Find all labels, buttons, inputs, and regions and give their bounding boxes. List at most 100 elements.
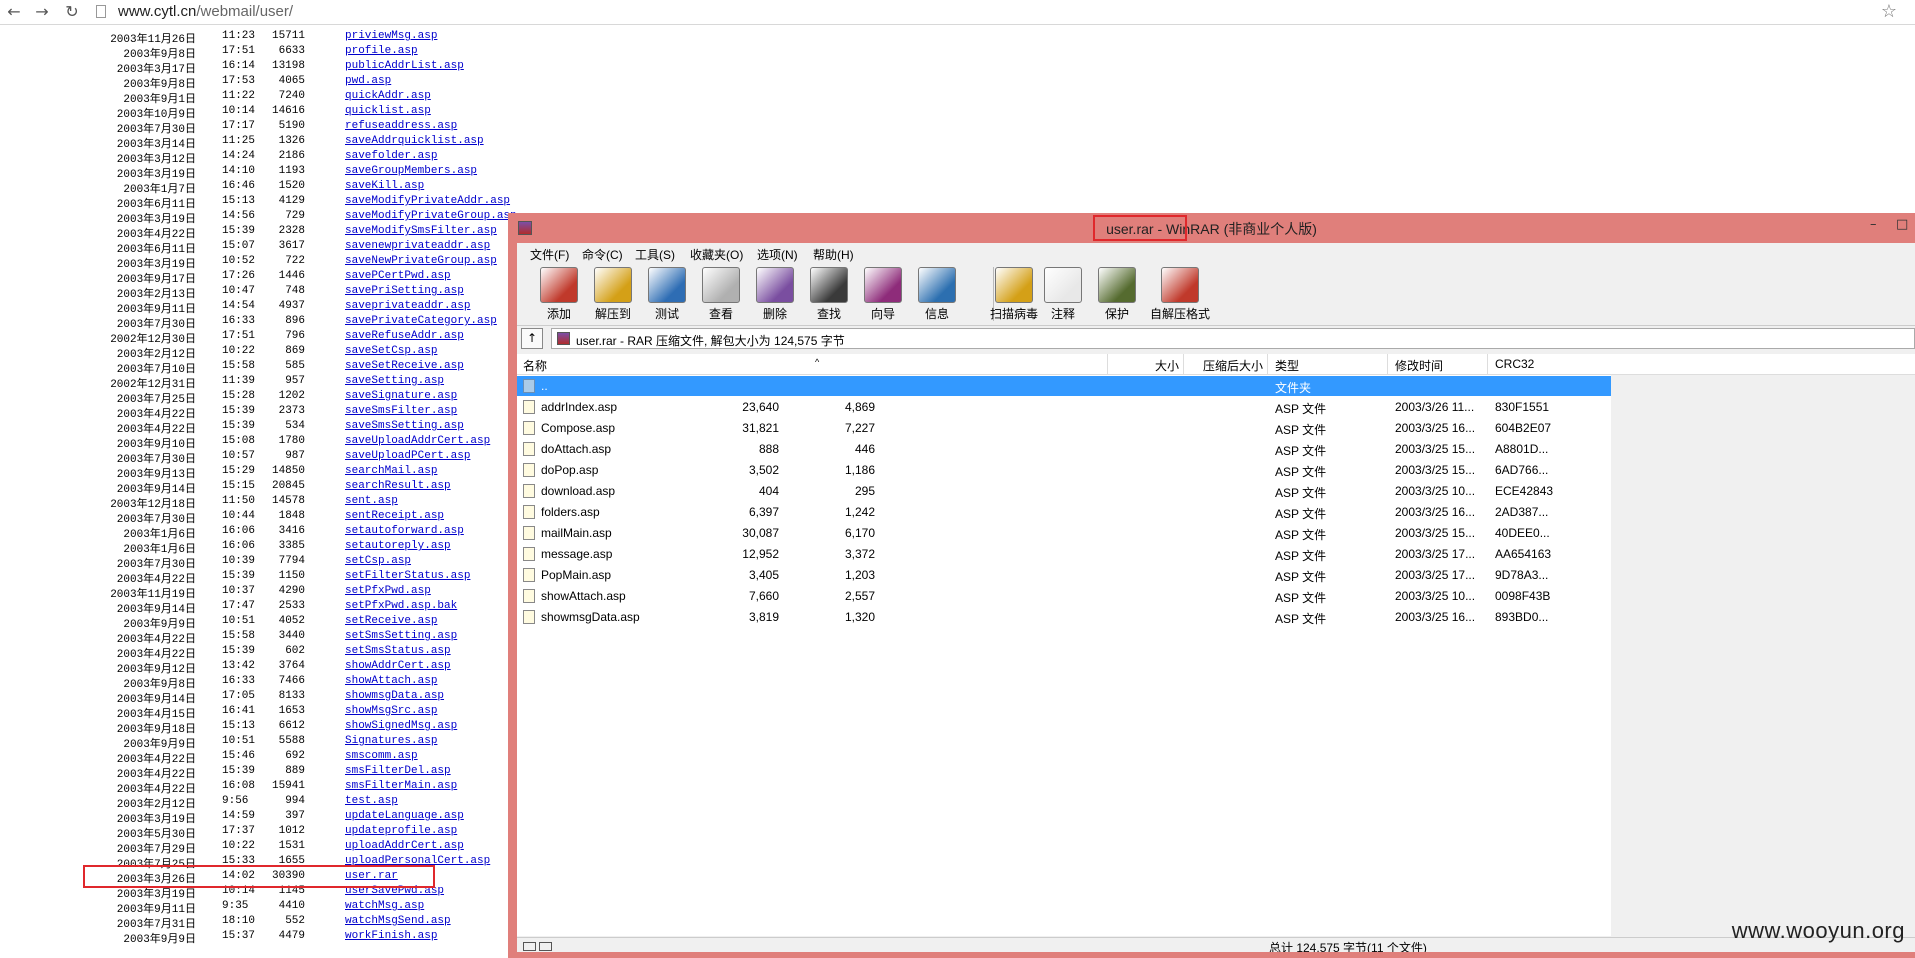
toolbar-button[interactable]: 添加	[533, 265, 585, 325]
up-folder-button[interactable]: ↑	[521, 328, 543, 349]
listing-file-link[interactable]: showMsgSrc.asp	[345, 705, 437, 717]
listing-file-link[interactable]: setPfxPwd.asp	[345, 585, 431, 597]
listing-file-link[interactable]: setCsp.asp	[345, 555, 411, 567]
file-row[interactable]: PopMain.asp 3,405 1,203 ASP 文件 2003/3/25 17.…	[517, 565, 1611, 585]
maximize-button[interactable]: □	[1896, 217, 1908, 232]
listing-file-link[interactable]: quicklist.asp	[345, 105, 431, 117]
listing-file-link[interactable]: setPfxPwd.asp.bak	[345, 600, 457, 612]
file-row[interactable]: showmsgData.asp 3,819 1,320 ASP 文件 2003/3/25…	[517, 607, 1611, 627]
col-crc[interactable]: CRC32	[1495, 357, 1534, 371]
path-field[interactable]: user.rar - RAR 压缩文件, 解包大小为 124,575 字节	[551, 328, 1915, 349]
toolbar-button[interactable]: 查看	[695, 265, 747, 325]
minimize-button[interactable]: –	[1870, 217, 1877, 232]
toolbar-button[interactable]: 查找	[803, 265, 855, 325]
listing-file-link[interactable]: showAttach.asp	[345, 675, 437, 687]
listing-file-link[interactable]: updateLanguage.asp	[345, 810, 464, 822]
toolbar-button[interactable]: 删除	[749, 265, 801, 325]
listing-file-link[interactable]: saveSmsSetting.asp	[345, 420, 464, 432]
listing-file-link[interactable]: savePriSetting.asp	[345, 285, 464, 297]
listing-file-link[interactable]: saveKill.asp	[345, 180, 424, 192]
menu-item[interactable]: 文件(F)	[530, 246, 569, 263]
listing-file-link[interactable]: showAddrCert.asp	[345, 660, 451, 672]
listing-file-link[interactable]: saveAddrquicklist.asp	[345, 135, 484, 147]
listing-file-link[interactable]: watchMsgSend.asp	[345, 915, 451, 927]
toolbar-button[interactable]: 注释	[1037, 265, 1089, 325]
listing-file-link[interactable]: profile.asp	[345, 45, 418, 57]
listing-file-link[interactable]: Signatures.asp	[345, 735, 437, 747]
listing-file-link[interactable]: savenewprivateaddr.asp	[345, 240, 490, 252]
listing-file-link[interactable]: setautoforward.asp	[345, 525, 464, 537]
address-bar[interactable]: www.cytl.cn/webmail/user/	[96, 2, 1886, 22]
file-row[interactable]: doAttach.asp 888 446 ASP 文件 2003/3/25 15... A…	[517, 439, 1611, 459]
listing-file-link[interactable]: priviewMsg.asp	[345, 30, 437, 42]
listing-file-link[interactable]: saveNewPrivateGroup.asp	[345, 255, 497, 267]
col-type[interactable]: 类型	[1275, 357, 1299, 374]
col-packed[interactable]: 压缩后大小	[1203, 357, 1263, 374]
listing-file-link[interactable]: saveprivateaddr.asp	[345, 300, 470, 312]
listing-file-link[interactable]: searchResult.asp	[345, 480, 451, 492]
listing-file-link[interactable]: saveSetCsp.asp	[345, 345, 437, 357]
listing-file-link[interactable]: saveUploadAddrCert.asp	[345, 435, 490, 447]
listing-file-link[interactable]: pwd.asp	[345, 75, 391, 87]
listing-file-link[interactable]: saveSignature.asp	[345, 390, 457, 402]
col-modified[interactable]: 修改时间	[1395, 357, 1443, 374]
toolbar-button[interactable]: 自解压格式	[1149, 265, 1211, 325]
listing-file-link[interactable]: quickAddr.asp	[345, 90, 431, 102]
listing-file-link[interactable]: savePCertPwd.asp	[345, 270, 451, 282]
listing-file-link[interactable]: sentReceipt.asp	[345, 510, 444, 522]
menu-item[interactable]: 收藏夹(O)	[690, 246, 743, 263]
listing-file-link[interactable]: saveRefuseAddr.asp	[345, 330, 464, 342]
menu-item[interactable]: 选项(N)	[757, 246, 798, 263]
listing-file-link[interactable]: updateprofile.asp	[345, 825, 457, 837]
toolbar-button[interactable]: 信息	[911, 265, 963, 325]
back-arrow-icon[interactable]: ←	[4, 2, 24, 22]
file-row[interactable]: download.asp 404 295 ASP 文件 2003/3/25 10... E…	[517, 481, 1611, 501]
file-row[interactable]: doPop.asp 3,502 1,186 ASP 文件 2003/3/25 15...…	[517, 460, 1611, 480]
listing-file-link[interactable]: showmsgData.asp	[345, 690, 444, 702]
listing-file-link[interactable]: setFilterStatus.asp	[345, 570, 470, 582]
listing-file-link[interactable]: refuseaddress.asp	[345, 120, 457, 132]
listing-file-link[interactable]: test.asp	[345, 795, 398, 807]
toolbar-button[interactable]: 扫描病毒	[983, 265, 1045, 325]
listing-file-link[interactable]: smsFilterDel.asp	[345, 765, 451, 777]
toolbar-button[interactable]: 测试	[641, 265, 693, 325]
listing-file-link[interactable]: watchMsg.asp	[345, 900, 424, 912]
listing-file-link[interactable]: saveModifySmsFilter.asp	[345, 225, 497, 237]
menu-item[interactable]: 帮助(H)	[813, 246, 854, 263]
menu-item[interactable]: 工具(S)	[635, 246, 675, 263]
col-size[interactable]: 大小	[1155, 357, 1179, 374]
file-row[interactable]: showAttach.asp 7,660 2,557 ASP 文件 2003/3/25 …	[517, 586, 1611, 606]
file-row[interactable]: mailMain.asp 30,087 6,170 ASP 文件 2003/3/25 1…	[517, 523, 1611, 543]
file-row[interactable]: addrIndex.asp 23,640 4,869 ASP 文件 2003/3/26 …	[517, 397, 1611, 417]
listing-file-link[interactable]: smsFilterMain.asp	[345, 780, 457, 792]
reload-icon[interactable]: ↻	[62, 2, 82, 22]
listing-file-link[interactable]: showSignedMsg.asp	[345, 720, 457, 732]
listing-file-link[interactable]: saveModifyPrivateGroup.asp	[345, 210, 517, 222]
listing-file-link[interactable]: saveSmsFilter.asp	[345, 405, 457, 417]
listing-file-link[interactable]: setReceive.asp	[345, 615, 437, 627]
col-name[interactable]: 名称	[523, 357, 547, 374]
listing-file-link[interactable]: searchMail.asp	[345, 465, 437, 477]
forward-arrow-icon[interactable]: →	[32, 2, 52, 22]
listing-file-link[interactable]: saveSetReceive.asp	[345, 360, 464, 372]
listing-file-link[interactable]: publicAddrList.asp	[345, 60, 464, 72]
listing-file-link[interactable]: saveGroupMembers.asp	[345, 165, 477, 177]
listing-file-link[interactable]: saveUploadPCert.asp	[345, 450, 470, 462]
listing-file-link[interactable]: saveSetting.asp	[345, 375, 444, 387]
listing-file-link[interactable]: savePrivateCategory.asp	[345, 315, 497, 327]
listing-file-link[interactable]: smscomm.asp	[345, 750, 418, 762]
file-row[interactable]: Compose.asp 31,821 7,227 ASP 文件 2003/3/25 16…	[517, 418, 1611, 438]
toolbar-button[interactable]: 向导	[857, 265, 909, 325]
file-row[interactable]: message.asp 12,952 3,372 ASP 文件 2003/3/25 17…	[517, 544, 1611, 564]
listing-file-link[interactable]: setSmsStatus.asp	[345, 645, 451, 657]
listing-file-link[interactable]: sent.asp	[345, 495, 398, 507]
listing-file-link[interactable]: setSmsSetting.asp	[345, 630, 457, 642]
menu-item[interactable]: 命令(C)	[582, 246, 623, 263]
listing-file-link[interactable]: uploadAddrCert.asp	[345, 840, 464, 852]
parent-folder-row[interactable]: .. 文件夹	[517, 376, 1611, 396]
listing-file-link[interactable]: setautoreply.asp	[345, 540, 451, 552]
toolbar-button[interactable]: 保护	[1091, 265, 1143, 325]
toolbar-button[interactable]: 解压到	[587, 265, 639, 325]
listing-file-link[interactable]: workFinish.asp	[345, 930, 437, 942]
file-row[interactable]: folders.asp 6,397 1,242 ASP 文件 2003/3/25 16.…	[517, 502, 1611, 522]
